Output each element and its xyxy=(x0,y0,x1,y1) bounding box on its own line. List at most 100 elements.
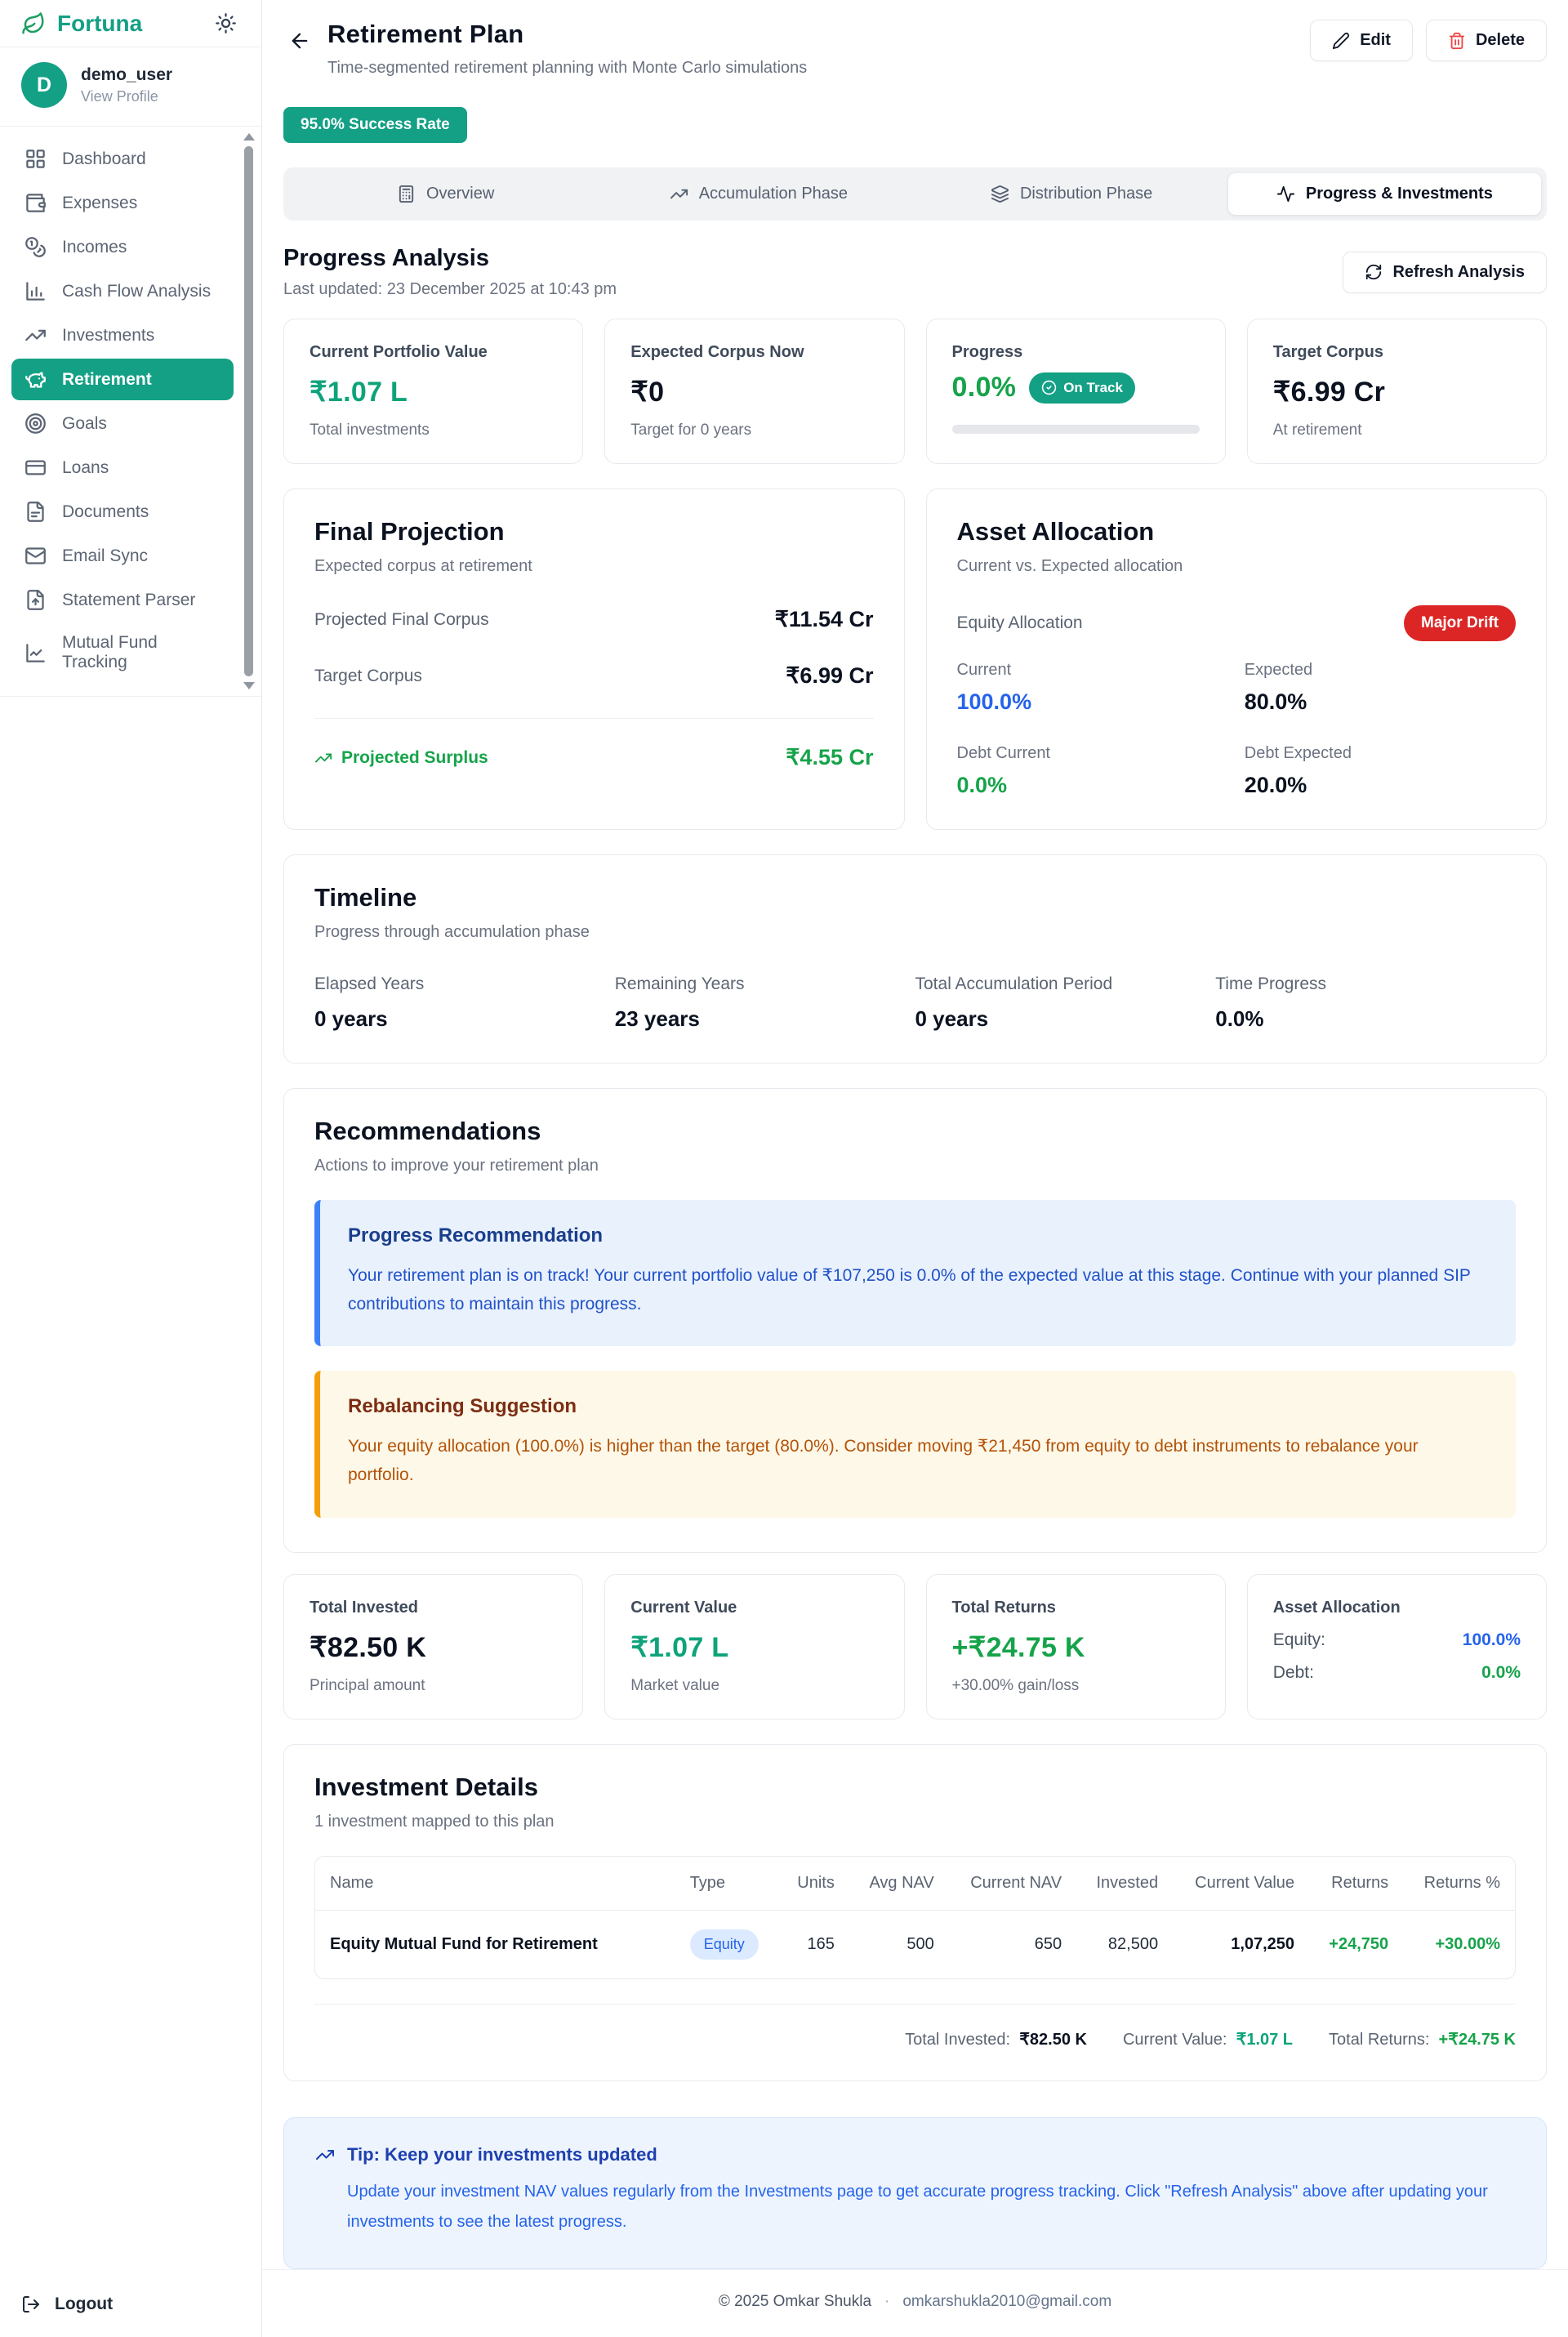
sidebar-item-label: Statement Parser xyxy=(62,591,195,610)
sidebar-item-mutual-fund-tracking[interactable]: Mutual Fund Tracking xyxy=(11,623,234,682)
tab-distribution-phase[interactable]: Distribution Phase xyxy=(915,173,1228,215)
tip-body: Update your investment NAV values regula… xyxy=(347,2177,1515,2237)
sidebar-header: Fortuna xyxy=(0,0,261,47)
tab-progress-investments[interactable]: Progress & Investments xyxy=(1228,173,1541,215)
trending-up-icon xyxy=(670,185,688,203)
footer-email: omkarshukla2010@gmail.com xyxy=(902,2293,1111,2311)
stat-value: ₹82.50 K xyxy=(310,1631,557,1664)
sidebar-item-label: Loans xyxy=(62,458,109,478)
col-units: Units xyxy=(779,1857,849,1911)
divider xyxy=(314,718,874,719)
debt-label: Debt: xyxy=(1273,1663,1314,1683)
sidebar-item-dashboard[interactable]: Dashboard xyxy=(11,138,234,180)
returns-cell: +24,750 xyxy=(1309,1910,1403,1978)
back-button[interactable] xyxy=(283,25,316,57)
surplus-label: Projected Surplus xyxy=(341,748,488,768)
logout-button[interactable]: Logout xyxy=(21,2286,240,2322)
sidebar-item-loans[interactable]: Loans xyxy=(11,447,234,488)
stat-label: Expected Corpus Now xyxy=(630,343,878,362)
stat-label: Asset Allocation xyxy=(1273,1599,1521,1617)
on-track-badge: On Track xyxy=(1029,372,1135,404)
cell-value: 20.0% xyxy=(1245,773,1516,798)
fortuna-logo-icon xyxy=(21,11,46,36)
row-label: Target Corpus xyxy=(314,667,422,686)
tab-label: Accumulation Phase xyxy=(699,185,848,203)
total-invested-value: ₹82.50 K xyxy=(1019,2031,1087,2049)
file-text-icon xyxy=(24,501,47,523)
sidebar-item-label: Dashboard xyxy=(62,149,146,169)
sidebar-item-statement-parser[interactable]: Statement Parser xyxy=(11,579,234,621)
cell-value: 0.0% xyxy=(957,773,1228,798)
sidebar-item-label: Mutual Fund Tracking xyxy=(62,633,220,672)
tab-label: Overview xyxy=(426,185,494,203)
brand[interactable]: Fortuna xyxy=(21,11,142,37)
progress-recommendation-alert: Progress Recommendation Your retirement … xyxy=(314,1200,1516,1346)
sidebar-item-cash-flow-analysis[interactable]: Cash Flow Analysis xyxy=(11,270,234,312)
sidebar-item-label: Cash Flow Analysis xyxy=(62,282,211,301)
piggy-bank-icon xyxy=(24,368,47,390)
timeline-value: 0 years xyxy=(314,1006,615,1032)
sidebar-item-incomes[interactable]: Incomes xyxy=(11,226,234,268)
card-subtitle: 1 investment mapped to this plan xyxy=(314,1813,1516,1831)
tab-overview[interactable]: Overview xyxy=(289,173,602,215)
table-totals: Total Invested: ₹82.50 K Current Value: … xyxy=(314,2004,1516,2049)
stat-sub: +30.00% gain/loss xyxy=(952,1677,1200,1695)
timeline-label: Total Accumulation Period xyxy=(915,974,1216,994)
allocation-cell-current: Current 100.0% xyxy=(957,661,1228,715)
sidebar-item-investments[interactable]: Investments xyxy=(11,314,234,356)
surplus-value: ₹4.55 Cr xyxy=(786,745,873,770)
stat-label: Total Invested xyxy=(310,1599,557,1617)
scroll-up-arrow[interactable] xyxy=(243,133,255,140)
stat-sub: At retirement xyxy=(1273,421,1521,439)
table-row[interactable]: Equity Mutual Fund for Retirement Equity… xyxy=(315,1910,1515,1978)
sidebar-scrollbar[interactable] xyxy=(243,133,256,689)
scroll-down-arrow[interactable] xyxy=(243,682,255,689)
edit-button[interactable]: Edit xyxy=(1310,20,1413,61)
sidebar-item-documents[interactable]: Documents xyxy=(11,491,234,533)
grid-icon xyxy=(24,148,47,170)
card-subtitle: Current vs. Expected allocation xyxy=(957,557,1517,576)
cell-label: Debt Expected xyxy=(1245,744,1516,763)
stat-label: Target Corpus xyxy=(1273,343,1521,362)
returns-pct-cell: +30.00% xyxy=(1403,1910,1515,1978)
card-subtitle: Expected corpus at retirement xyxy=(314,557,874,576)
refresh-icon xyxy=(1365,263,1383,281)
sidebar-item-label: Documents xyxy=(62,502,149,522)
sidebar-item-goals[interactable]: Goals xyxy=(11,403,234,444)
view-profile-link[interactable]: View Profile xyxy=(81,88,172,105)
page-header: Retirement Plan Time-segmented retiremen… xyxy=(283,20,1547,78)
card-subtitle: Actions to improve your retirement plan xyxy=(314,1157,1516,1175)
equity-value: 100.0% xyxy=(1463,1630,1521,1650)
theme-toggle-button[interactable] xyxy=(212,9,240,38)
rebalancing-suggestion-alert: Rebalancing Suggestion Your equity alloc… xyxy=(314,1371,1516,1517)
copyright: © 2025 Omkar Shukla xyxy=(719,2293,871,2311)
alert-body: Your retirement plan is on track! Your c… xyxy=(348,1262,1488,1318)
row-label: Projected Final Corpus xyxy=(314,610,489,630)
success-rate-badge: 95.0% Success Rate xyxy=(283,107,467,143)
sidebar-item-email-sync[interactable]: Email Sync xyxy=(11,535,234,577)
scrollbar-thumb[interactable] xyxy=(244,146,253,676)
tip-title: Tip: Keep your investments updated xyxy=(347,2144,657,2165)
final-projection-card: Final Projection Expected corpus at reti… xyxy=(283,488,905,830)
major-drift-badge: Major Drift xyxy=(1404,605,1516,641)
tab-accumulation-phase[interactable]: Accumulation Phase xyxy=(602,173,915,215)
stat-value: ₹6.99 Cr xyxy=(1273,376,1521,408)
delete-button[interactable]: Delete xyxy=(1426,20,1547,61)
file-up-icon xyxy=(24,589,47,611)
pencil-icon xyxy=(1332,32,1350,50)
cell-value: 80.0% xyxy=(1245,689,1516,715)
stat-sub: Total investments xyxy=(310,421,557,439)
sidebar-item-retirement[interactable]: Retirement xyxy=(11,359,234,400)
sidebar-item-expenses[interactable]: Expenses xyxy=(11,182,234,224)
alert-title: Progress Recommendation xyxy=(348,1224,1488,1247)
tab-label: Progress & Investments xyxy=(1306,185,1493,203)
alert-body: Your equity allocation (100.0%) is highe… xyxy=(348,1433,1488,1489)
summary-total-returns: Total Returns +₹24.75 K +30.00% gain/los… xyxy=(926,1574,1226,1719)
profile-section[interactable]: D demo_user View Profile xyxy=(0,47,261,127)
refresh-analysis-button[interactable]: Refresh Analysis xyxy=(1343,252,1547,293)
trending-up-icon xyxy=(24,324,47,346)
sidebar-nav: Dashboard Expenses Incomes Cash Flow Ana… xyxy=(0,127,261,697)
line-chart-icon xyxy=(24,642,47,664)
footer-separator: · xyxy=(884,2293,889,2311)
page-subtitle: Time-segmented retirement planning with … xyxy=(327,59,807,78)
